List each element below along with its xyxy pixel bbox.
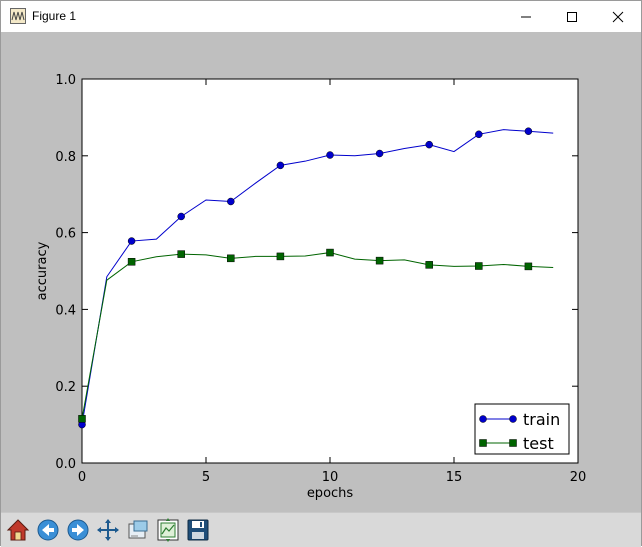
- back-arrow-icon: [36, 518, 60, 542]
- x-axis-label: epochs: [307, 486, 354, 501]
- navigation-toolbar: [1, 512, 641, 547]
- x-tick-label: 0: [78, 470, 86, 485]
- test-point: [227, 254, 235, 263]
- y-tick-label: 0.4: [55, 303, 76, 318]
- forward-arrow-button[interactable]: [65, 517, 91, 543]
- maximize-icon: [567, 11, 577, 22]
- y-tick-label: 1.0: [55, 73, 76, 88]
- x-tick-label: 5: [202, 470, 210, 485]
- y-tick-label: 0.6: [55, 227, 76, 242]
- legend-test-marker: [509, 439, 517, 447]
- zoom-rect-icon: [126, 518, 150, 542]
- minimize-icon: [521, 16, 531, 17]
- zoom-rect-button[interactable]: [125, 517, 151, 543]
- figure-window: Figure 1 0 5 10 15 20 0.0 0.2 0.4 0.6 0.8 1.0 epoc…: [0, 0, 642, 547]
- test-point: [78, 415, 86, 423]
- legend-test-marker: [479, 439, 487, 447]
- subplots-config-icon: [156, 518, 180, 542]
- accuracy-chart: 0 5 10 15 20 0.0 0.2 0.4 0.6 0.8 1.0 epochs accura…: [35, 73, 587, 501]
- test-point: [425, 261, 433, 269]
- train-point: [524, 127, 533, 135]
- forward-arrow-icon: [66, 518, 90, 542]
- pan-button[interactable]: [95, 517, 121, 543]
- train-point: [375, 149, 384, 158]
- y-tick-label: 0.2: [55, 380, 76, 395]
- title-bar[interactable]: Figure 1: [1, 1, 641, 32]
- test-point: [177, 250, 185, 258]
- save-button[interactable]: [185, 517, 211, 543]
- window-title: Figure 1: [32, 9, 77, 23]
- x-tick-label: 10: [322, 470, 339, 485]
- legend-train-marker: [509, 415, 517, 423]
- y-tick-label: 0.0: [55, 457, 76, 472]
- figure-app-icon: [10, 8, 26, 24]
- home-icon: [6, 518, 30, 542]
- minimize-button[interactable]: [503, 1, 549, 32]
- test-point: [326, 248, 334, 257]
- pan-icon: [96, 518, 120, 542]
- close-icon: [612, 11, 624, 22]
- y-tick-label: 0.8: [55, 150, 76, 165]
- subplots-config-button[interactable]: [155, 517, 181, 543]
- legend-train-marker: [479, 415, 487, 423]
- legend: train test: [474, 403, 570, 455]
- x-tick-label: 15: [446, 470, 463, 485]
- train-point: [475, 130, 483, 139]
- legend-train-label: train: [523, 410, 560, 429]
- save-icon: [186, 518, 210, 542]
- train-point: [227, 197, 235, 206]
- train-point: [276, 161, 285, 170]
- train-point: [326, 151, 334, 159]
- train-point: [177, 212, 185, 221]
- legend-test-label: test: [523, 434, 554, 453]
- close-button[interactable]: [595, 1, 641, 32]
- train-point: [425, 140, 433, 149]
- test-point: [524, 262, 533, 271]
- y-axis-label: accuracy: [35, 241, 50, 300]
- test-point: [475, 262, 483, 270]
- train-point: [127, 237, 136, 245]
- plot-canvas[interactable]: 0 5 10 15 20 0.0 0.2 0.4 0.6 0.8 1.0 epochs accura…: [1, 32, 641, 512]
- test-point: [127, 258, 136, 266]
- back-arrow-button[interactable]: [35, 517, 61, 543]
- test-point: [375, 256, 384, 265]
- maximize-button[interactable]: [549, 1, 595, 32]
- home-button[interactable]: [5, 517, 31, 543]
- x-tick-label: 20: [570, 470, 587, 485]
- test-point: [276, 252, 285, 261]
